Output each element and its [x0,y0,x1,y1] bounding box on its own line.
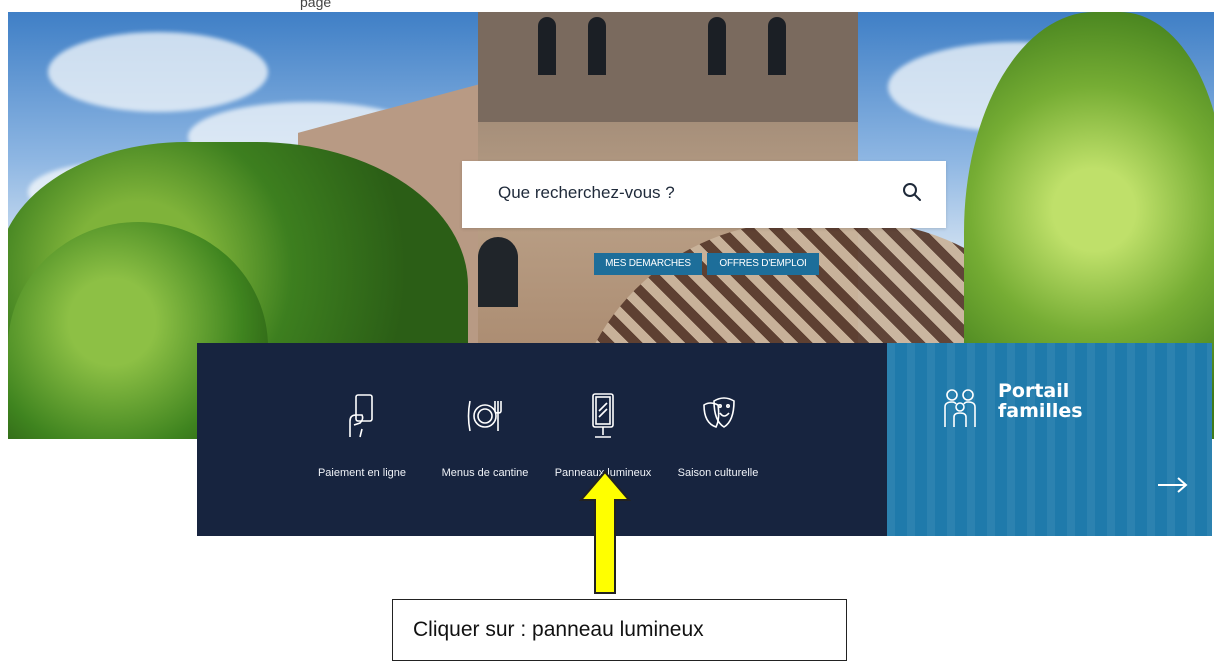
callout-text: Cliquer sur : panneau lumineux [413,618,704,641]
portal-title-line2: familles [998,400,1083,422]
portail-familles-card[interactable]: Portail familles [887,343,1212,536]
plate-cutlery-icon [467,400,502,432]
portal-title-line1: Portail [998,380,1070,402]
portal-title: Portail familles [998,381,1158,421]
service-label: Paiement en ligne [317,467,407,479]
search-icon[interactable] [902,182,922,202]
cloud [48,32,268,112]
tower-window [538,17,556,75]
theater-masks-icon [703,397,735,428]
service-paiement-en-ligne[interactable]: Paiement en ligne [297,343,427,536]
service-menus-cantine[interactable]: Menus de cantine [425,343,545,536]
family-icon [944,389,976,427]
services-panel: Paiement en ligne Menus de cantine Panne… [197,343,887,536]
service-label: Menus de cantine [441,467,529,479]
instruction-callout: Cliquer sur : panneau lumineux [392,599,847,661]
top-strip: page [0,0,1223,12]
card-payment-icon [349,394,373,438]
church-tower-top [478,12,858,122]
search-input[interactable]: Que recherchez-vous ? [462,161,946,228]
search-placeholder: Que recherchez-vous ? [498,183,675,202]
top-text-fragment: page [300,0,332,10]
tower-window [588,17,606,75]
tower-window [768,17,786,75]
tower-window [708,17,726,75]
yellow-pointer-arrow [579,470,631,594]
service-label: Saison culturelle [677,467,759,479]
digital-sign-icon [592,393,614,438]
mes-demarches-button[interactable]: MES DEMARCHES [594,253,702,275]
service-saison-culturelle[interactable]: Saison culturelle [663,343,773,536]
church-arch-window [478,237,518,307]
arrow-right-icon[interactable] [1156,475,1190,495]
offres-emploi-button[interactable]: OFFRES D'EMPLOI [707,253,819,275]
